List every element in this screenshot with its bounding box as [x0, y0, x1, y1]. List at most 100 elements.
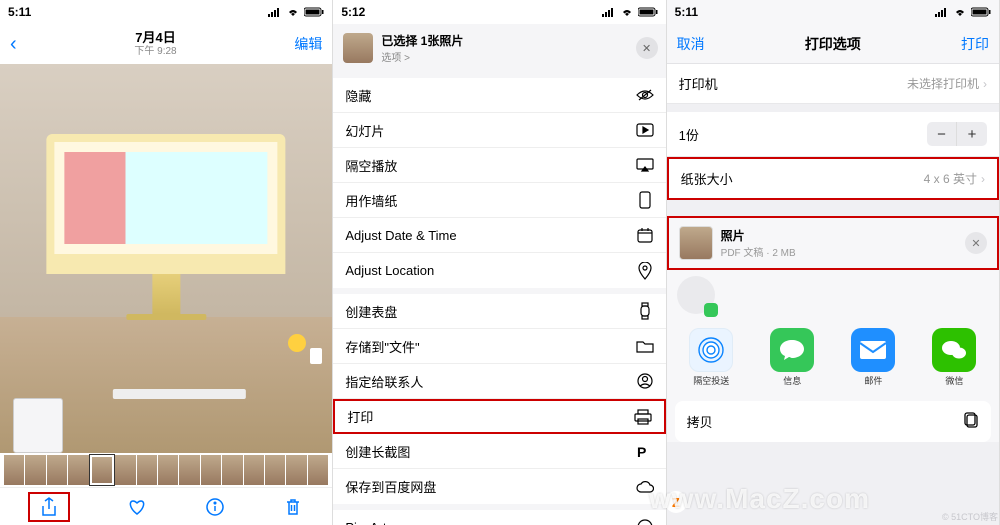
contact-avatar[interactable]: [677, 276, 715, 314]
status-indicators: [268, 7, 324, 17]
printer-row[interactable]: 打印机 未选择打印机›: [667, 64, 999, 104]
status-time: 5:12: [341, 5, 365, 19]
thumbnail[interactable]: [222, 455, 242, 485]
stepper-minus[interactable]: −: [927, 122, 957, 146]
copy-label: 拷贝: [687, 412, 713, 431]
cellular-icon: [268, 7, 282, 17]
cellular-icon: [935, 7, 949, 17]
thumbnail[interactable]: [201, 455, 221, 485]
action-row-cloud[interactable]: 保存到百度网盘: [333, 469, 665, 504]
action-label: 指定给联系人: [345, 372, 423, 391]
wifi-icon: [953, 7, 967, 17]
contact-suggestions[interactable]: [667, 270, 999, 320]
app-airdrop[interactable]: 隔空投送: [673, 328, 750, 387]
picsart-icon: [636, 518, 654, 525]
action-row-contact[interactable]: 指定给联系人: [333, 364, 665, 399]
share-thumb: [679, 226, 713, 260]
action-row-folder[interactable]: 存储到"文件": [333, 329, 665, 364]
svg-text:P: P: [637, 444, 646, 459]
pin-icon: [636, 262, 654, 280]
thumbnail[interactable]: [286, 455, 306, 485]
action-row-print[interactable]: 打印: [333, 399, 665, 434]
close-button[interactable]: ✕: [636, 37, 658, 59]
action-label: 创建长截图: [345, 442, 410, 461]
share-button[interactable]: [28, 492, 70, 522]
close-button[interactable]: ✕: [965, 232, 987, 254]
thumbnail[interactable]: [265, 455, 285, 485]
action-label: 存储到"文件": [345, 337, 419, 356]
action-row-eye-slash[interactable]: 隐藏: [333, 78, 665, 113]
app-badge-icon: [704, 303, 718, 317]
status-indicators: [602, 7, 658, 17]
printer-label: 打印机: [679, 74, 718, 93]
action-list[interactable]: 隐藏幻灯片隔空播放用作墙纸 Adjust Date & Time Adjust Lo…: [333, 72, 665, 525]
watch-icon: [636, 302, 654, 320]
thumbnail[interactable]: [137, 455, 157, 485]
action-row-p[interactable]: 创建长截图 P: [333, 434, 665, 469]
msg-icon: [770, 328, 814, 372]
action-row-calendar[interactable]: Adjust Date & Time: [333, 218, 665, 253]
action-row-watch[interactable]: 创建表盘: [333, 294, 665, 329]
action-label: 隐藏: [345, 86, 371, 105]
thumbnail[interactable]: [90, 455, 114, 485]
copy-row[interactable]: 拷贝: [675, 401, 991, 442]
app-msg[interactable]: 信息: [754, 328, 831, 387]
action-label: PicsArt: [345, 520, 386, 525]
cancel-button[interactable]: 取消: [677, 34, 705, 54]
delete-button[interactable]: [282, 496, 304, 518]
action-label: 隔空播放: [345, 156, 397, 175]
thumbnail[interactable]: [179, 455, 199, 485]
stepper-plus[interactable]: +: [957, 122, 987, 146]
print-icon: [634, 408, 652, 426]
action-row-airplay[interactable]: 隔空播放: [333, 148, 665, 183]
sheet-options-link[interactable]: 选项 >: [381, 49, 463, 64]
back-chevron-icon[interactable]: ‹: [10, 33, 17, 56]
edit-button[interactable]: 编辑: [294, 34, 322, 54]
status-time: 5:11: [8, 5, 31, 19]
thumbnail-strip[interactable]: [0, 453, 332, 487]
action-row-play-rectangle[interactable]: 幻灯片: [333, 113, 665, 148]
app-wechat[interactable]: 微信: [916, 328, 993, 387]
share-icon: [38, 496, 60, 518]
action-row-pin[interactable]: Adjust Location: [333, 253, 665, 288]
app-mail[interactable]: 邮件: [835, 328, 912, 387]
battery-icon: [638, 7, 658, 17]
p-icon: P: [636, 442, 654, 460]
thumbnail[interactable]: [68, 455, 88, 485]
photo-viewer[interactable]: [0, 64, 332, 453]
copies-label: 1份: [679, 125, 699, 144]
action-label: 保存到百度网盘: [345, 477, 436, 496]
status-bar: 5:11: [667, 0, 999, 24]
watermark-small: © 51CTO博客: [942, 510, 998, 523]
thumbnail[interactable]: [47, 455, 67, 485]
sheet-title: 已选择 1张照片: [381, 32, 463, 49]
action-label: Adjust Date & Time: [345, 228, 456, 243]
watermark-large: www.MacZ.com: [649, 483, 870, 515]
action-row-picsart[interactable]: PicsArt: [333, 510, 665, 525]
info-button[interactable]: [204, 496, 226, 518]
thumbnail[interactable]: [4, 455, 24, 485]
screen-share-sheet: 5:12 已选择 1张照片 选项 > ✕ 隐藏幻灯片隔空播放用作墙纸 Adjust…: [333, 0, 666, 525]
copies-stepper[interactable]: − +: [927, 122, 987, 146]
wechat-icon: [932, 328, 976, 372]
sheet-header: 已选择 1张照片 选项 > ✕: [333, 24, 665, 72]
thumbnail[interactable]: [115, 455, 135, 485]
thumbnail[interactable]: [158, 455, 178, 485]
app-label: 邮件: [835, 374, 912, 387]
calendar-icon: [636, 226, 654, 244]
thumbnail[interactable]: [25, 455, 45, 485]
thumbnail[interactable]: [308, 455, 328, 485]
selected-photo-thumb: [343, 33, 373, 63]
favorite-button[interactable]: [126, 496, 148, 518]
wifi-icon: [286, 7, 300, 17]
close-icon: ✕: [971, 237, 980, 250]
paper-size-row[interactable]: 纸张大小 4 x 6 英寸›: [667, 157, 999, 200]
print-button[interactable]: 打印: [961, 34, 989, 54]
share-header: 照片 PDF 文稿 · 2 MB ✕: [667, 216, 999, 270]
app-label: 信息: [754, 374, 831, 387]
airdrop-icon: [689, 328, 733, 372]
thumbnail[interactable]: [244, 455, 264, 485]
app-row: 隔空投送信息邮件微信: [667, 320, 999, 395]
battery-icon: [304, 7, 324, 17]
action-row-device[interactable]: 用作墙纸: [333, 183, 665, 218]
